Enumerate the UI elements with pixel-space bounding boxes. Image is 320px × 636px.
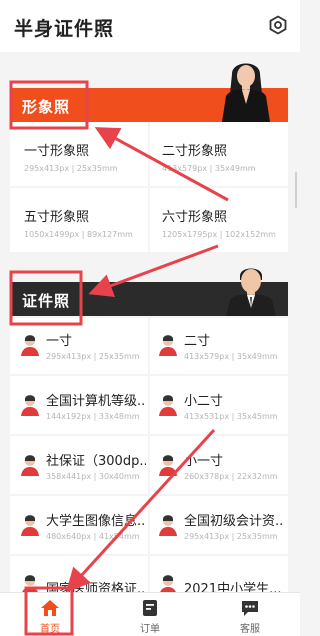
woman-portrait-image [222,63,270,122]
home-icon [41,600,59,616]
card-spec: 295x413px | 25x35mm [184,532,278,541]
card-title: 全国初级会计资... [184,514,284,529]
portrait-card-1inch[interactable]: 一寸形象照 295x413px | 25x35mm [10,122,148,186]
card-spec: 295x413px | 25x35mm [24,164,118,173]
id-card-physician[interactable]: 国家医师资格证... [10,556,148,592]
id-card-small-2inch[interactable]: 小二寸 413x531px | 35x45mm [150,376,288,434]
portrait-section-title: 形象照 [22,98,71,116]
card-title: 六寸形象照 [162,210,228,225]
id-card-college-student[interactable]: 大学生图像信息... 480x640px | 41x54mm [10,496,148,554]
content-area[interactable]: 形象照 一寸形象照 295x413px | 25x35mm 二寸形象照 413x… [0,52,300,592]
id-card-social-security[interactable]: 社保证（300dp... 358x441px | 30x40mm [10,436,148,494]
person-icon [21,515,39,536]
card-spec: 1205x1795px | 102x152mm [162,230,276,239]
person-icon [21,335,39,356]
card-title: 全国计算机等级... [46,394,146,409]
id-card-2021-student[interactable]: 2021中小学生... [150,556,288,592]
person-icon [159,455,177,476]
portrait-card-5inch[interactable]: 五寸形象照 1050x1499px | 89x127mm [10,188,148,252]
person-icon [159,395,177,416]
man-portrait-image [226,268,276,316]
person-icon [159,335,177,356]
settings-hex-icon[interactable] [268,15,288,35]
person-icon [21,455,39,476]
portrait-card-2inch[interactable]: 二寸形象照 413x579px | 35x49mm [150,122,288,186]
id-card-2inch[interactable]: 二寸 413x579px | 35x49mm [150,318,288,374]
card-title: 一寸形象照 [24,144,90,159]
tab-support-label: 客服 [240,624,260,635]
id-card-computer-exam[interactable]: 全国计算机等级... 144x192px | 33x48mm [10,376,148,434]
card-title: 社保证（300dp... [46,454,146,469]
tab-home-label: 首页 [40,624,60,635]
card-title: 2021中小学生... [184,582,282,592]
person-icon [159,515,177,536]
card-spec: 413x579px | 35x49mm [184,352,278,361]
id-card-small-1inch[interactable]: 小一寸 260x378px | 22x32mm [150,436,288,494]
card-spec: 1050x1499px | 89x127mm [24,230,133,239]
card-title: 一寸 [46,334,73,349]
card-title: 小二寸 [184,394,224,409]
card-spec: 144x192px | 33x48mm [46,412,140,421]
card-title: 大学生图像信息... [46,514,146,529]
card-spec: 358x441px | 30x40mm [46,472,140,481]
card-title: 二寸 [184,334,211,349]
app-header: 半身证件照 [0,0,300,52]
card-spec: 480x640px | 41x54mm [46,532,140,541]
order-icon [143,600,157,616]
person-icon [21,395,39,416]
card-title: 五寸形象照 [24,210,90,225]
id-card-junior-accountant[interactable]: 全国初级会计资... 295x413px | 25x35mm [150,496,288,554]
card-spec: 295x413px | 25x35mm [46,352,140,361]
id-card-1inch[interactable]: 一寸 295x413px | 25x35mm [10,318,148,374]
tab-support[interactable]: 客服 [200,593,300,636]
person-icon [22,575,38,592]
portrait-card-6inch[interactable]: 六寸形象照 1205x1795px | 102x152mm [150,188,288,252]
card-spec: 413x579px | 35x49mm [162,164,256,173]
page-title: 半身证件照 [14,18,115,40]
card-title: 小一寸 [184,454,224,469]
tab-orders-label: 订单 [140,624,160,635]
person-icon [160,575,176,592]
tab-home[interactable]: 首页 [0,593,100,636]
bottom-tab-bar: 首页 订单 客服 [0,592,300,636]
card-spec: 413x531px | 35x45mm [184,412,278,421]
scrollbar[interactable] [295,172,297,208]
card-title: 二寸形象照 [162,144,228,159]
tab-orders[interactable]: 订单 [100,593,200,636]
card-title: 国家医师资格证... [46,582,146,592]
chat-icon [242,601,258,616]
card-spec: 260x378px | 22x32mm [184,472,278,481]
id-photo-section-title: 证件照 [22,292,71,310]
